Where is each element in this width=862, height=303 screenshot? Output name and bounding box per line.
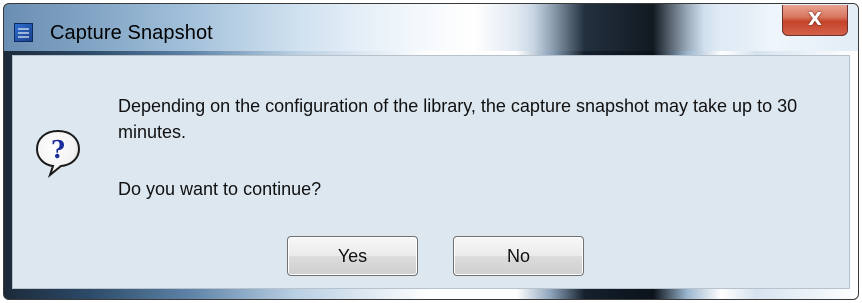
dialog-window: Capture Snapshot X ? Depending on the co…	[3, 3, 859, 300]
title-bar[interactable]: Capture Snapshot X	[4, 4, 858, 51]
yes-button[interactable]: Yes	[287, 236, 418, 276]
question-text: Do you want to continue?	[118, 179, 322, 199]
close-button[interactable]: X	[782, 5, 848, 36]
no-button[interactable]: No	[453, 236, 584, 276]
svg-text:?: ?	[51, 135, 65, 164]
window-title: Capture Snapshot	[50, 22, 213, 44]
message-text: Depending on the configuration of the li…	[118, 96, 798, 142]
dialog-content: ? Depending on the configuration of the …	[12, 55, 850, 289]
dialog-message: Depending on the configuration of the li…	[118, 93, 843, 202]
question-icon: ?	[33, 128, 83, 178]
app-icon	[14, 23, 33, 42]
